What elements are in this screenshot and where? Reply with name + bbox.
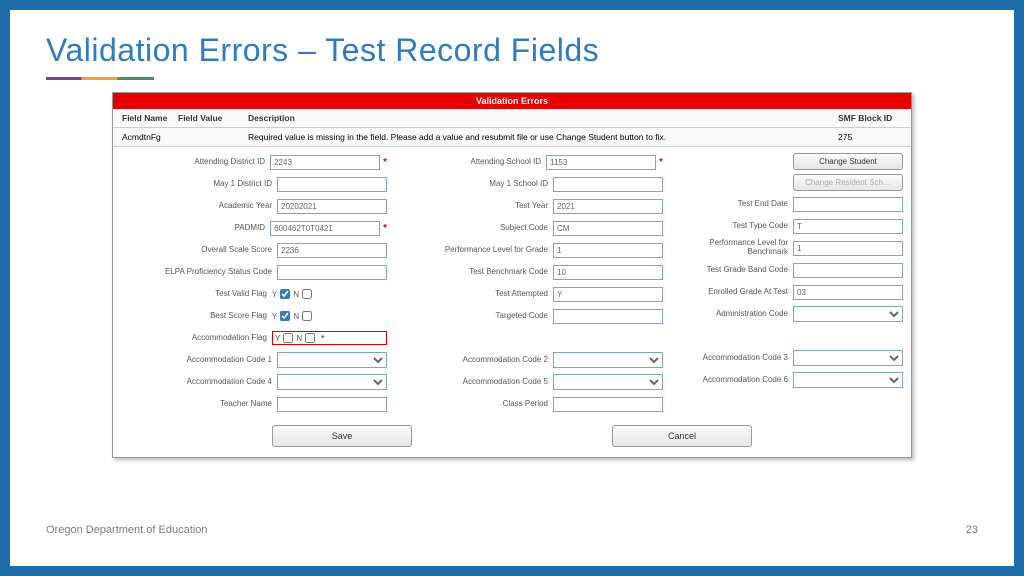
- checkbox-best-score-y[interactable]: [280, 311, 290, 321]
- n-label: N: [293, 312, 299, 321]
- label-academic-year: Academic Year: [121, 202, 277, 211]
- input-may1-school[interactable]: [553, 177, 663, 192]
- y-label: Y: [272, 290, 277, 299]
- input-perf-grade[interactable]: [553, 243, 663, 258]
- label-accom-code-5: Accommodation Code 5: [397, 378, 553, 387]
- input-test-end-date[interactable]: [793, 197, 903, 212]
- error-field-value: [175, 132, 245, 142]
- input-padmid[interactable]: [270, 221, 380, 236]
- label-test-year: Test Year: [397, 202, 553, 211]
- col-block-id: SMF Block ID: [835, 113, 905, 123]
- label-teacher-name: Teacher Name: [121, 400, 277, 409]
- label-benchmark-code: Test Benchmark Code: [397, 268, 553, 277]
- error-header-row: Field Name Field Value Description SMF B…: [113, 109, 911, 128]
- col-field-value: Field Value: [175, 113, 245, 123]
- input-benchmark-code[interactable]: [553, 265, 663, 280]
- title-underline: [46, 77, 154, 80]
- input-may1-district[interactable]: [277, 177, 387, 192]
- n-label: N: [296, 334, 302, 343]
- error-row: AcmdtnFg Required value is missing in th…: [113, 128, 911, 147]
- required-icon: *: [659, 157, 663, 168]
- select-accom-code-2[interactable]: [553, 352, 663, 368]
- label-accom-code-4: Accommodation Code 4: [121, 378, 277, 387]
- label-subject-code: Subject Code: [397, 224, 553, 233]
- label-admin-code: Administration Code: [673, 310, 793, 319]
- error-block-id: 275: [835, 132, 905, 142]
- label-attending-district: Attending District ID: [121, 158, 270, 167]
- label-best-score: Best Score Flag: [121, 312, 272, 321]
- label-targeted-code: Targeted Code: [397, 312, 553, 321]
- checkbox-accom-y[interactable]: [283, 333, 293, 343]
- label-overall-scale: Overall Scale Score: [121, 246, 277, 255]
- label-test-valid: Test Valid Flag: [121, 290, 272, 299]
- input-attending-school[interactable]: [546, 155, 656, 170]
- input-enrolled-grade[interactable]: [793, 285, 903, 300]
- footer-org: Oregon Department of Education: [46, 524, 207, 536]
- input-subject-code[interactable]: [553, 221, 663, 236]
- required-icon: *: [383, 223, 387, 234]
- label-may1-school: May 1 School ID: [397, 180, 553, 189]
- panel-title: Validation Errors: [113, 93, 911, 109]
- label-accom-code-2: Accommodation Code 2: [397, 356, 553, 365]
- error-description: Required value is missing in the field. …: [245, 132, 835, 142]
- checkbox-test-valid-y[interactable]: [280, 289, 290, 299]
- required-icon: *: [383, 157, 387, 168]
- select-accom-code-3[interactable]: [793, 350, 903, 366]
- checkbox-accom-n[interactable]: [305, 333, 315, 343]
- col-description: Description: [245, 113, 835, 123]
- cancel-button[interactable]: Cancel: [612, 425, 752, 447]
- input-test-year[interactable]: [553, 199, 663, 214]
- n-label: N: [293, 290, 299, 299]
- input-elpa-status[interactable]: [277, 265, 387, 280]
- label-test-end-date: Test End Date: [673, 200, 793, 209]
- label-class-period: Class Period: [397, 400, 553, 409]
- validation-panel: Validation Errors Field Name Field Value…: [112, 92, 912, 458]
- input-test-type-code[interactable]: [793, 219, 903, 234]
- page-number: 23: [966, 524, 978, 536]
- input-academic-year[interactable]: [277, 199, 387, 214]
- label-test-attempted: Test Attempted: [397, 290, 553, 299]
- input-overall-scale[interactable]: [277, 243, 387, 258]
- label-grade-band: Test Grade Band Code: [673, 266, 793, 275]
- label-padmid: PADMID: [121, 224, 270, 233]
- input-test-attempted[interactable]: [553, 287, 663, 302]
- select-admin-code[interactable]: [793, 306, 903, 322]
- input-class-period[interactable]: [553, 397, 663, 412]
- page-title: Validation Errors – Test Record Fields: [46, 32, 978, 69]
- select-accom-code-1[interactable]: [277, 352, 387, 368]
- select-accom-code-6[interactable]: [793, 372, 903, 388]
- form-col-3: Change Student Change Resident Sch… Test…: [673, 153, 903, 417]
- save-button[interactable]: Save: [272, 425, 412, 447]
- input-perf-benchmark[interactable]: [793, 241, 903, 256]
- label-accom-code-6: Accommodation Code 6: [673, 376, 793, 385]
- input-grade-band[interactable]: [793, 263, 903, 278]
- col-field-name: Field Name: [119, 113, 175, 123]
- label-accom-flag: Accommodation Flag: [121, 334, 272, 343]
- checkbox-best-score-n[interactable]: [302, 311, 312, 321]
- input-teacher-name[interactable]: [277, 397, 387, 412]
- input-targeted-code[interactable]: [553, 309, 663, 324]
- label-accom-code-3: Accommodation Code 3: [673, 354, 793, 363]
- checkbox-test-valid-n[interactable]: [302, 289, 312, 299]
- label-test-type-code: Test Type Code: [673, 222, 793, 231]
- input-attending-district[interactable]: [270, 155, 380, 170]
- label-may1-district: May 1 District ID: [121, 180, 277, 189]
- form-col-2: Attending School ID * May 1 School ID Tes…: [397, 153, 663, 417]
- label-elpa-status: ELPA Proficiency Status Code: [121, 268, 277, 277]
- select-accom-code-5[interactable]: [553, 374, 663, 390]
- label-accom-code-1: Accommodation Code 1: [121, 356, 277, 365]
- error-field-name: AcmdtnFg: [119, 132, 175, 142]
- change-student-button[interactable]: Change Student: [793, 153, 903, 170]
- required-icon: *: [321, 334, 324, 343]
- select-accom-code-4[interactable]: [277, 374, 387, 390]
- change-resident-button[interactable]: Change Resident Sch…: [793, 174, 903, 191]
- label-attending-school: Attending School ID: [397, 158, 546, 167]
- form-col-1: Attending District ID * May 1 District ID…: [121, 153, 387, 417]
- label-perf-grade: Performance Level for Grade: [397, 246, 553, 255]
- y-label: Y: [272, 312, 277, 321]
- y-label: Y: [275, 334, 280, 343]
- label-perf-benchmark: Performance Level for Benchmark: [673, 239, 793, 257]
- label-enrolled-grade: Enrolled Grade At Test: [673, 288, 793, 297]
